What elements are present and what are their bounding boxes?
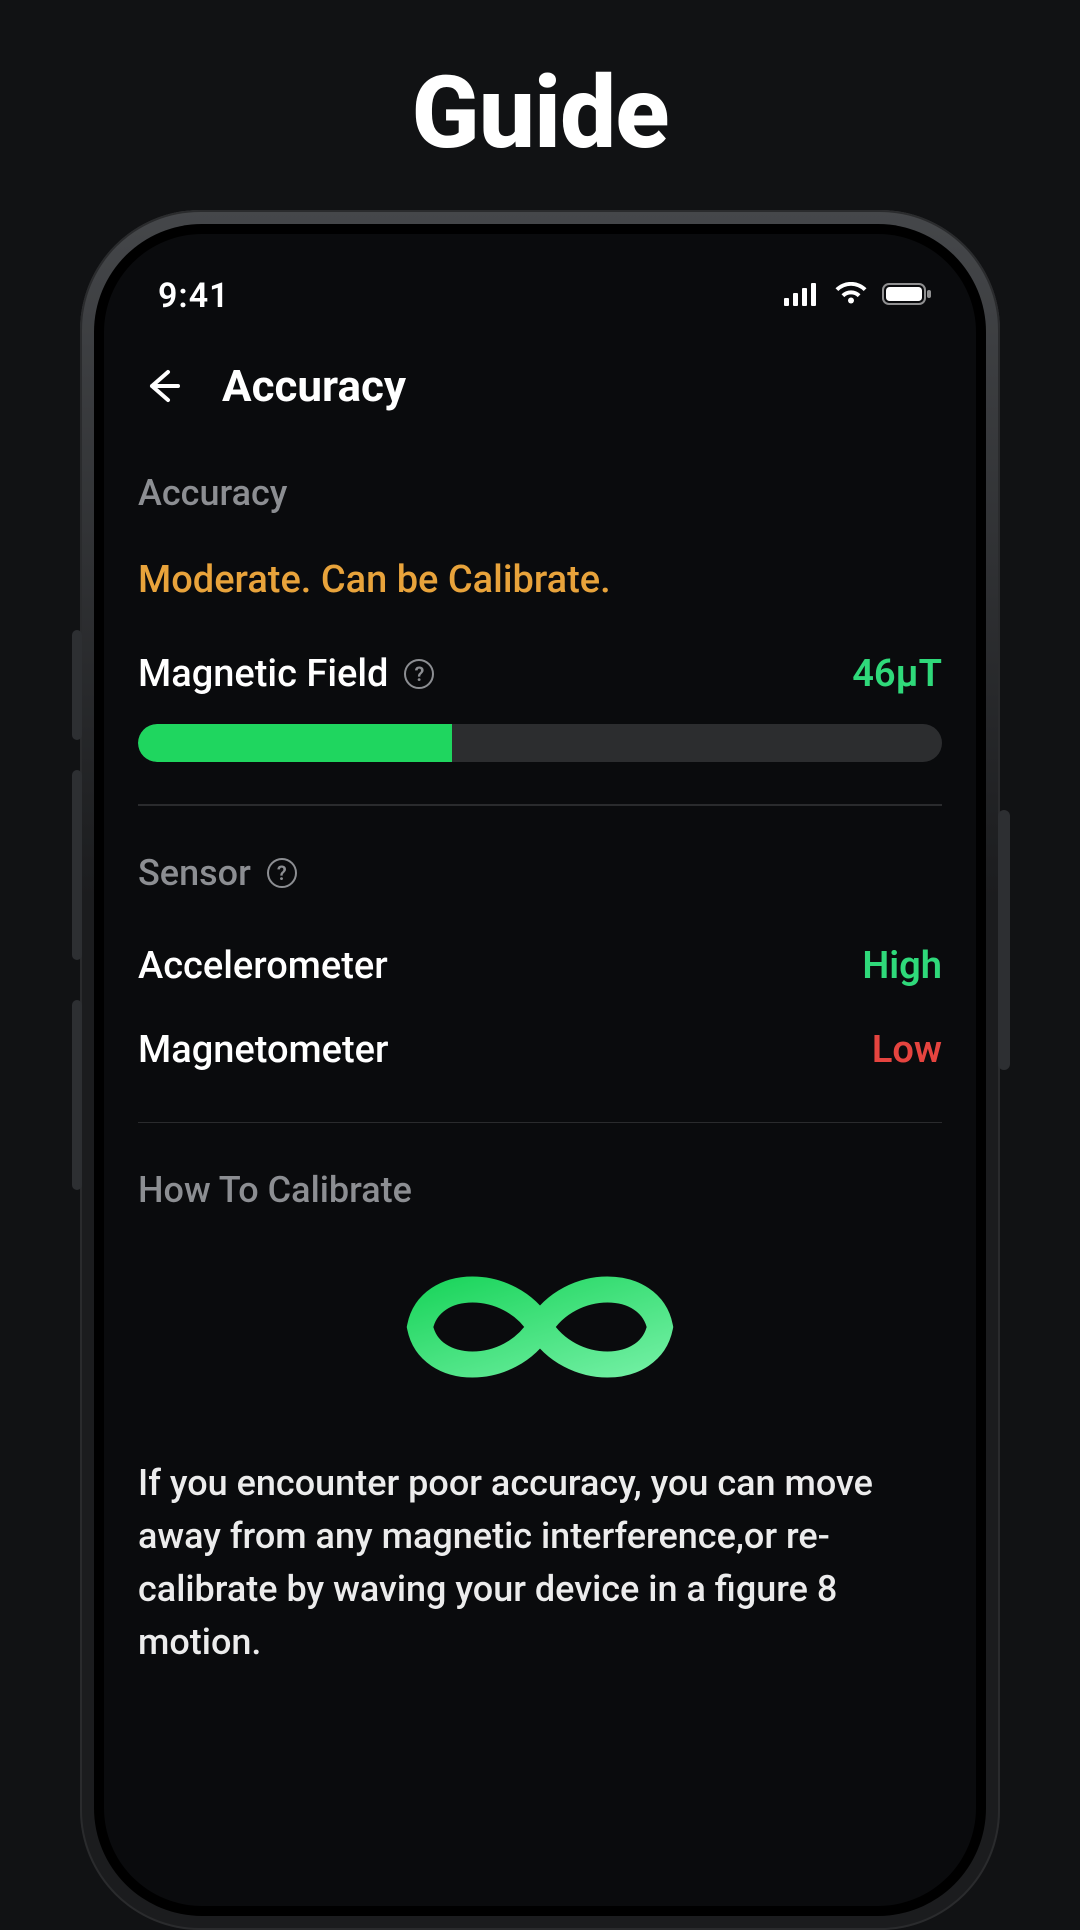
status-bar: 9:41	[104, 234, 976, 324]
infinity-icon	[138, 1257, 942, 1397]
phone-bezel: 9:41 Accuracy	[94, 224, 986, 1916]
accuracy-status-text: Moderate. Can be Calibrate.	[138, 558, 942, 602]
accuracy-section-label: Accuracy	[138, 472, 942, 514]
sensor-value: Low	[872, 1028, 942, 1072]
arrow-left-icon	[140, 364, 184, 408]
magnetic-field-label-text: Magnetic Field	[138, 652, 388, 696]
magnetic-field-row: Magnetic Field ? 46μT	[138, 652, 942, 696]
app-header: Accuracy	[104, 324, 976, 432]
sensor-value: High	[862, 944, 942, 988]
divider	[138, 1122, 942, 1124]
sensor-name: Magnetometer	[138, 1028, 388, 1072]
screen-title: Accuracy	[222, 360, 406, 412]
howto-section-label: How To Calibrate	[138, 1169, 942, 1211]
page-title: Guide	[0, 55, 1080, 172]
how-to-section: How To Calibrate If you e	[138, 1169, 942, 1669]
wifi-icon	[834, 282, 868, 310]
magnetic-field-label: Magnetic Field ?	[138, 652, 434, 696]
phone-volume-down	[72, 1000, 82, 1190]
magnetic-field-progress-fill	[138, 724, 452, 762]
help-icon[interactable]: ?	[267, 858, 297, 888]
status-time: 9:41	[158, 276, 230, 316]
magnetic-field-progress	[138, 724, 942, 762]
sensor-name: Accelerometer	[138, 944, 388, 988]
cellular-icon	[784, 282, 820, 310]
back-button[interactable]	[138, 362, 186, 410]
phone-side-button	[72, 630, 82, 740]
content: Accuracy Moderate. Can be Calibrate. Mag…	[104, 432, 976, 1669]
phone-frame: 9:41 Accuracy	[80, 210, 1000, 1930]
phone-screen: 9:41 Accuracy	[104, 234, 976, 1906]
sensor-row-magnetometer: Magnetometer Low	[138, 1028, 942, 1072]
magnetic-field-value: 46μT	[852, 652, 942, 696]
sensor-row-accelerometer: Accelerometer High	[138, 944, 942, 988]
phone-power-button	[998, 810, 1010, 1070]
divider	[138, 804, 942, 806]
help-icon[interactable]: ?	[404, 659, 434, 689]
calibrate-instructions: If you encounter poor accuracy, you can …	[138, 1457, 942, 1669]
sensor-section-label: Sensor ?	[138, 852, 942, 894]
phone-volume-up	[72, 770, 82, 960]
status-icons	[784, 282, 932, 310]
sensor-section-label-text: Sensor	[138, 852, 251, 894]
battery-icon	[882, 282, 932, 310]
